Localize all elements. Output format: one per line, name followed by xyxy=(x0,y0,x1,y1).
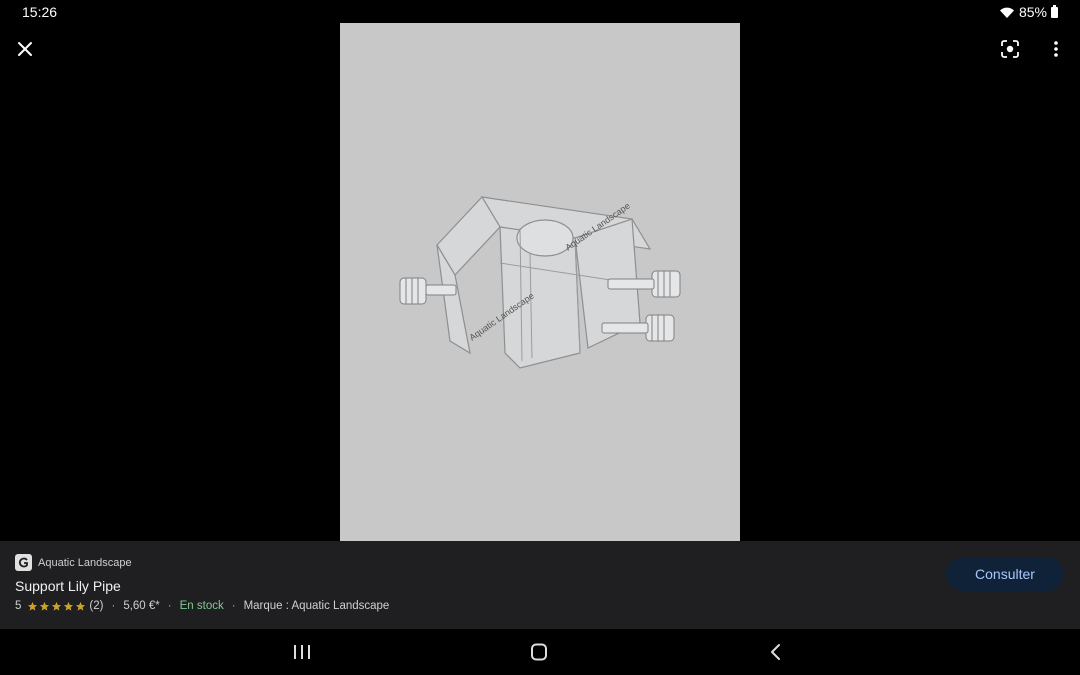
navigation-bar xyxy=(0,629,1080,675)
star-icon xyxy=(52,601,62,611)
status-indicators: 85% xyxy=(999,4,1058,20)
product-info-panel: Aquatic Landscape Support Lily Pipe 5 (2… xyxy=(0,541,1080,629)
product-image[interactable]: Aquatic Landscape Aquatic Landscape xyxy=(340,23,740,541)
status-time: 15:26 xyxy=(22,4,58,20)
close-icon xyxy=(18,42,32,56)
lens-button[interactable] xyxy=(997,36,1023,62)
separator: · xyxy=(167,600,172,612)
price: 5,60 €* xyxy=(123,600,160,612)
battery-icon xyxy=(1051,4,1058,18)
wifi-icon xyxy=(999,7,1014,18)
source-row[interactable]: Aquatic Landscape xyxy=(15,554,132,571)
home-icon[interactable] xyxy=(529,643,549,661)
source-favicon-icon xyxy=(15,554,32,571)
star-icon xyxy=(76,601,86,611)
status-bar: 15:26 85% xyxy=(0,0,1080,24)
star-icon xyxy=(28,601,38,611)
separator: · xyxy=(111,600,116,612)
star-icon xyxy=(64,601,74,611)
recent-apps-icon[interactable] xyxy=(292,643,312,661)
source-name: Aquatic Landscape xyxy=(38,556,132,569)
product-title[interactable]: Support Lily Pipe xyxy=(15,578,121,594)
more-vert-icon xyxy=(1054,41,1058,57)
brand: Marque : Aquatic Landscape xyxy=(243,600,390,612)
rating-stars xyxy=(27,601,86,612)
close-button[interactable] xyxy=(12,36,38,62)
review-count: (2) xyxy=(89,600,104,612)
more-options-button[interactable] xyxy=(1043,36,1069,62)
star-icon xyxy=(40,601,50,611)
separator: · xyxy=(231,600,236,612)
back-icon[interactable] xyxy=(766,642,786,662)
lens-icon xyxy=(1001,40,1019,58)
battery-percent: 85% xyxy=(1018,4,1047,20)
product-meta: 5 (2) · 5,60 €* · En stock · Marque : Aq… xyxy=(15,600,389,612)
consult-button[interactable]: Consulter xyxy=(946,557,1064,591)
pipe-holder-illustration: Aquatic Landscape Aquatic Landscape xyxy=(340,23,740,541)
rating-value: 5 xyxy=(15,600,22,612)
stock-status: En stock xyxy=(179,600,224,612)
